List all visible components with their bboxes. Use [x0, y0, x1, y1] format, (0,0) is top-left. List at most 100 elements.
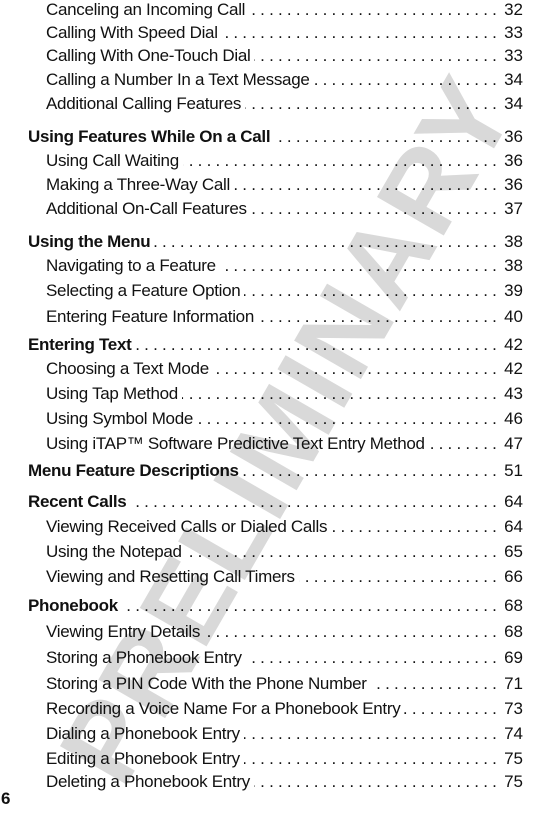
entry-page-number: 74: [504, 724, 523, 743]
entry-page-number: 71: [504, 674, 523, 693]
dot-leader: ........................................…: [299, 567, 502, 586]
toc-subsection-entry[interactable]: Calling a Number In a Text Message......…: [0, 70, 534, 92]
entry-title: Selecting a Feature Option: [46, 281, 241, 300]
toc-section-entry[interactable]: Recent Calls............................…: [0, 492, 534, 514]
dot-leader: ........................................…: [254, 46, 502, 65]
toc-subsection-entry[interactable]: Using the Notepad.......................…: [0, 542, 534, 564]
entry-page-number: 47: [504, 434, 523, 453]
entry-page-number: 65: [504, 542, 523, 561]
entry-page-number: 42: [504, 359, 523, 378]
toc-section-entry[interactable]: Menu Feature Descriptions...............…: [0, 461, 534, 483]
toc-section-entry[interactable]: Using Features While On a Call..........…: [0, 127, 534, 149]
toc-subsection-entry[interactable]: Recording a Voice Name For a Phonebook E…: [0, 699, 534, 721]
entry-page-number: 64: [504, 492, 523, 511]
toc-subsection-entry[interactable]: Editing a Phonebook Entry...............…: [0, 749, 534, 771]
entry-title: Phonebook: [28, 596, 118, 615]
entry-page-number: 46: [504, 409, 523, 428]
toc-subsection-entry[interactable]: Viewing Received Calls or Dialed Calls..…: [0, 517, 534, 539]
toc-subsection-entry[interactable]: Additional Calling Features.............…: [0, 94, 534, 116]
entry-title: Calling a Number In a Text Message: [46, 70, 310, 89]
entry-page-number: 33: [504, 23, 523, 42]
dot-leader: ........................................…: [243, 749, 502, 768]
dot-leader: ........................................…: [183, 151, 502, 170]
dot-leader: ........................................…: [154, 232, 502, 251]
toc-subsection-entry[interactable]: Using Call Waiting......................…: [0, 151, 534, 173]
dot-leader: ........................................…: [249, 0, 502, 19]
entry-title: Using Call Waiting: [46, 151, 179, 170]
entry-page-number: 40: [504, 307, 523, 326]
toc-subsection-entry[interactable]: Using Tap Method........................…: [0, 384, 534, 406]
entry-page-number: 36: [504, 175, 523, 194]
entry-page-number: 64: [504, 517, 523, 536]
toc-subsection-entry[interactable]: Choosing a Text Mode....................…: [0, 359, 534, 381]
dot-leader: ........................................…: [242, 461, 502, 480]
entry-title: Dialing a Phonebook Entry: [46, 724, 240, 743]
toc-subsection-entry[interactable]: Viewing Entry Details...................…: [0, 622, 534, 644]
toc-subsection-entry[interactable]: Using iTAP™ Software Predictive Text Ent…: [0, 434, 534, 456]
dot-leader: ........................................…: [244, 281, 502, 300]
entry-title: Viewing and Resetting Call Timers: [46, 567, 295, 586]
toc-subsection-entry[interactable]: Dialing a Phonebook Entry...............…: [0, 724, 534, 746]
dot-leader: ........................................…: [404, 699, 502, 718]
toc-subsection-entry[interactable]: Making a Three-Way Call.................…: [0, 175, 534, 197]
entry-page-number: 68: [504, 622, 523, 641]
entry-page-number: 42: [504, 335, 523, 354]
entry-title: Using Tap Method: [46, 384, 178, 403]
dot-leader: ........................................…: [222, 23, 502, 42]
toc-subsection-entry[interactable]: Deleting a Phonebook Entry..............…: [0, 772, 534, 794]
dot-leader: ........................................…: [274, 127, 502, 146]
entry-page-number: 37: [504, 199, 523, 218]
dot-leader: ........................................…: [258, 307, 502, 326]
toc-subsection-entry[interactable]: Selecting a Feature Option..............…: [0, 281, 534, 303]
entry-title: Recent Calls: [28, 492, 127, 511]
dot-leader: ........................................…: [213, 359, 502, 378]
dot-leader: ........................................…: [122, 596, 502, 615]
page-number: 6: [1, 789, 11, 808]
entry-title: Viewing Entry Details: [46, 622, 201, 641]
entry-title: Recording a Voice Name For a Phonebook E…: [46, 699, 401, 718]
entry-title: Entering Text: [28, 335, 132, 354]
dot-leader: ........................................…: [331, 517, 502, 536]
toc-subsection-entry[interactable]: Calling With One-Touch Dial.............…: [0, 46, 534, 68]
entry-title: Storing a PIN Code With the Phone Number: [46, 674, 367, 693]
toc-subsection-entry[interactable]: Calling With Speed Dial.................…: [0, 23, 534, 45]
entry-page-number: 68: [504, 596, 523, 615]
toc-section-entry[interactable]: Using the Menu..........................…: [0, 232, 534, 254]
dot-leader: ........................................…: [182, 384, 502, 403]
toc-subsection-entry[interactable]: Navigating to a Feature.................…: [0, 256, 534, 278]
toc-subsection-entry[interactable]: Canceling an Incoming Call..............…: [0, 0, 534, 22]
toc-subsection-entry[interactable]: Storing a PIN Code With the Phone Number…: [0, 674, 534, 696]
toc-subsection-entry[interactable]: Additional On-Call Features.............…: [0, 199, 534, 221]
entry-page-number: 36: [504, 127, 523, 146]
entry-page-number: 34: [504, 94, 523, 113]
toc-section-entry[interactable]: Phonebook...............................…: [0, 596, 534, 618]
entry-title: Choosing a Text Mode: [46, 359, 209, 378]
entry-page-number: 38: [504, 232, 523, 251]
entry-title: Additional Calling Features: [46, 94, 242, 113]
entry-title: Using Symbol Mode: [46, 409, 194, 428]
dot-leader: ........................................…: [245, 94, 502, 113]
dot-leader: ........................................…: [245, 648, 502, 667]
dot-leader: ........................................…: [313, 70, 502, 89]
entry-title: Viewing Received Calls or Dialed Calls: [46, 517, 328, 536]
toc-subsection-entry[interactable]: Viewing and Resetting Call Timers.......…: [0, 567, 534, 589]
entry-title: Calling With One-Touch Dial: [46, 46, 251, 65]
dot-leader: ........................................…: [243, 724, 502, 743]
entry-page-number: 32: [504, 0, 523, 19]
entry-title: Entering Feature Information: [46, 307, 254, 326]
entry-page-number: 36: [504, 151, 523, 170]
entry-title: Editing a Phonebook Entry: [46, 749, 240, 768]
toc-subsection-entry[interactable]: Entering Feature Information............…: [0, 307, 534, 329]
toc-section-entry[interactable]: Entering Text...........................…: [0, 335, 534, 357]
entry-title: Canceling an Incoming Call: [46, 0, 246, 19]
entry-title: Deleting a Phonebook Entry: [46, 772, 250, 791]
dot-leader: ........................................…: [233, 175, 502, 194]
entry-title: Using iTAP™ Software Predictive Text Ent…: [46, 434, 425, 453]
entry-page-number: 39: [504, 281, 523, 300]
entry-page-number: 69: [504, 648, 523, 667]
dot-leader: ........................................…: [186, 542, 502, 561]
toc-subsection-entry[interactable]: Using Symbol Mode.......................…: [0, 409, 534, 431]
toc-subsection-entry[interactable]: Storing a Phonebook Entry...............…: [0, 648, 534, 670]
entry-page-number: 38: [504, 256, 523, 275]
dot-leader: ........................................…: [429, 434, 502, 453]
